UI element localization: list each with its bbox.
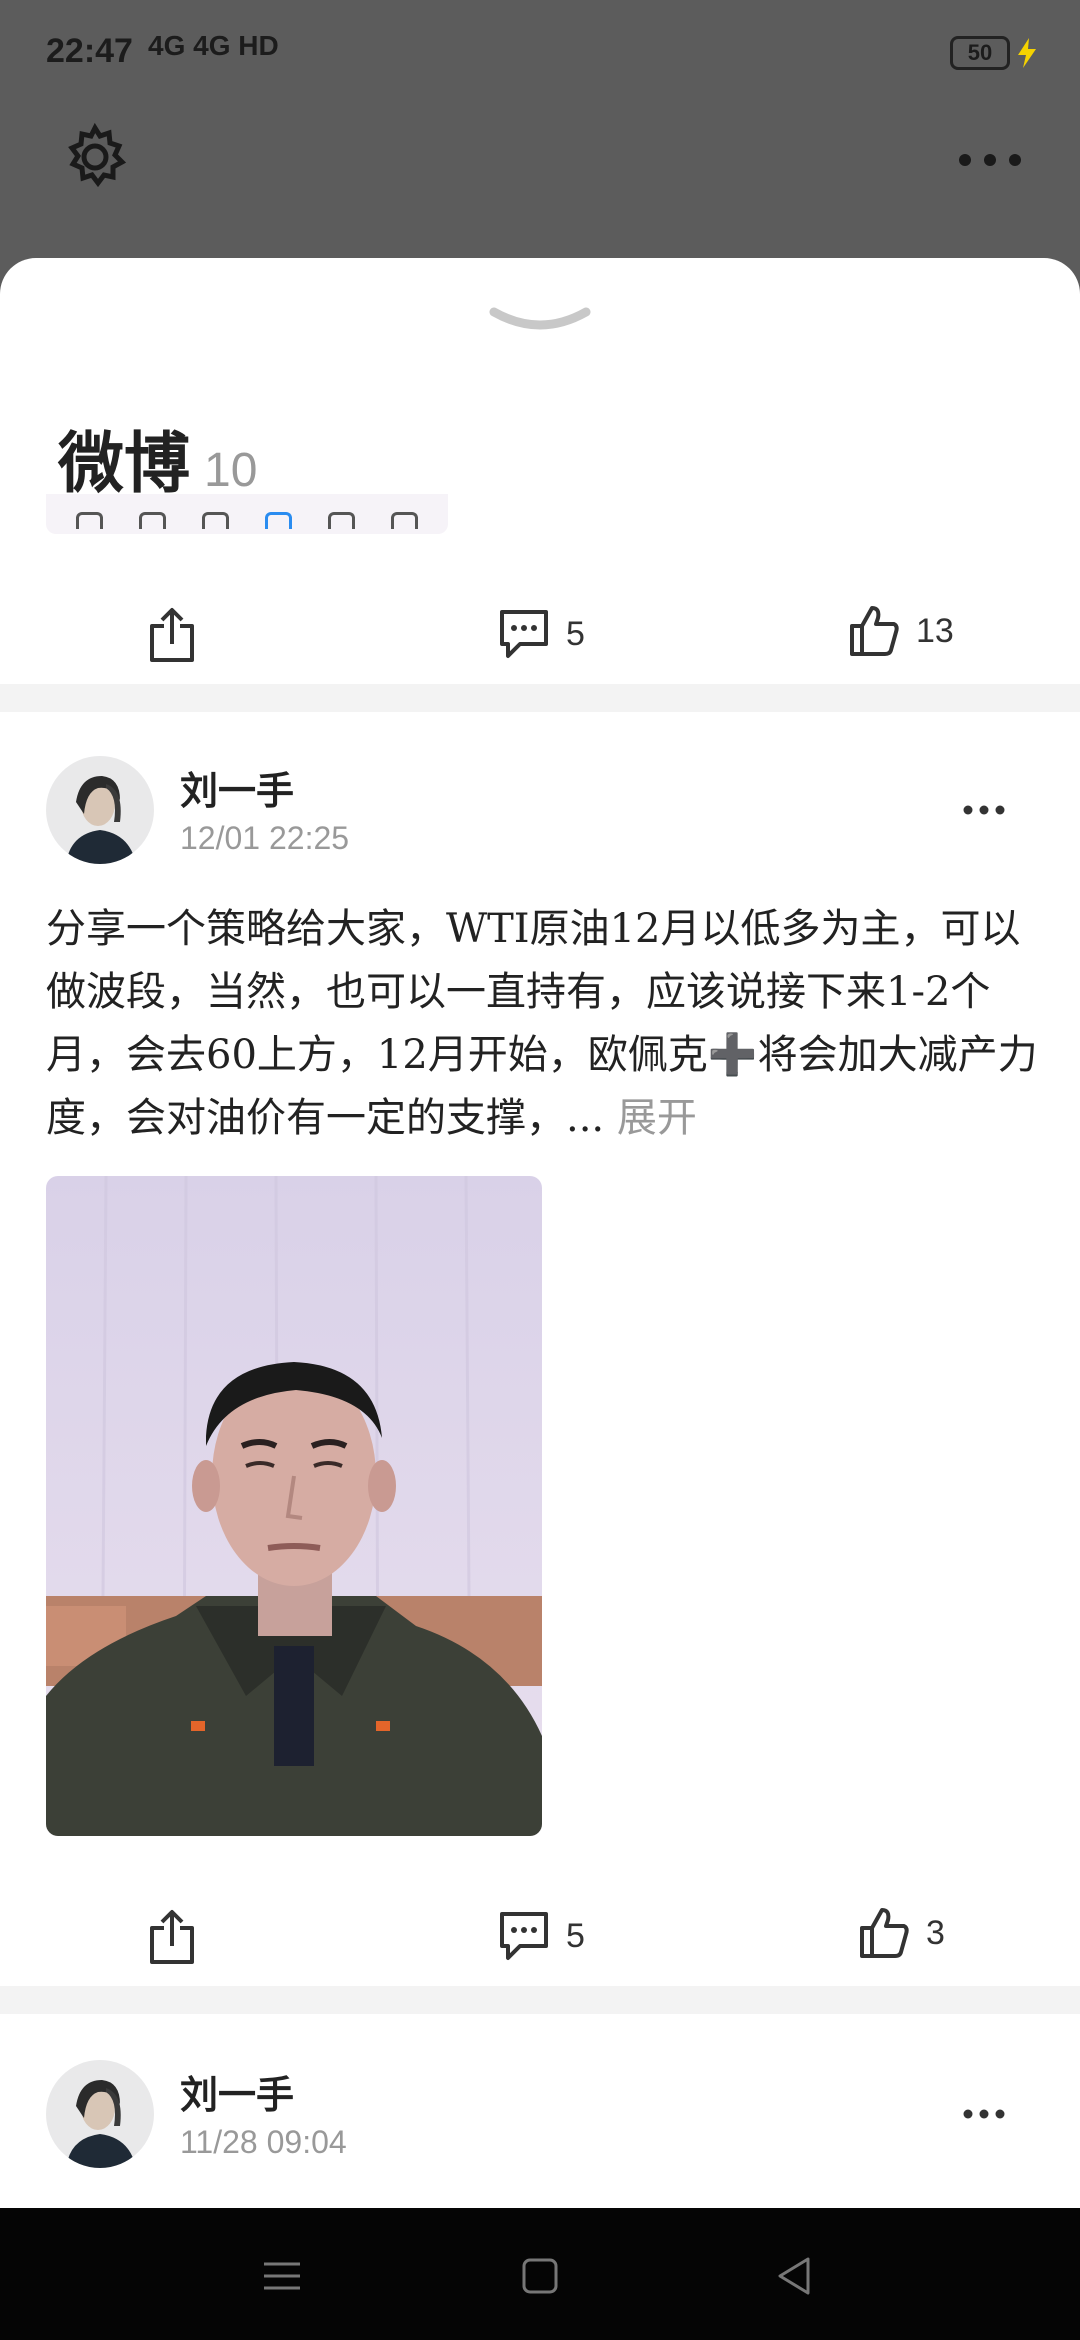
triangle-back-icon[interactable] bbox=[776, 2256, 812, 2296]
like-button[interactable]: 3 bbox=[858, 1906, 945, 1960]
gear-icon[interactable] bbox=[60, 122, 130, 192]
chevron-down-icon[interactable] bbox=[488, 302, 592, 342]
post-actions: 5 3 bbox=[0, 1890, 1080, 1990]
post-time: 12/01 22:25 bbox=[180, 820, 350, 856]
battery-icon: 50 bbox=[950, 36, 1010, 70]
post-count: 10 bbox=[204, 444, 258, 497]
comment-count: 5 bbox=[566, 614, 585, 653]
like-count: 13 bbox=[916, 611, 954, 650]
thumbs-up-icon bbox=[850, 606, 899, 656]
network-indicator: 4G 4G HD bbox=[148, 30, 279, 61]
avatar[interactable] bbox=[46, 2060, 154, 2168]
post-header: 刘一手 12/01 22:25 bbox=[0, 756, 1080, 876]
like-count: 3 bbox=[926, 1913, 945, 1952]
section-title: 微博 10 bbox=[58, 410, 257, 506]
status-bar: 22:47 4G 4G HD 50 bbox=[0, 0, 1080, 110]
navigation-bar bbox=[0, 2208, 1080, 2340]
author-name[interactable]: 刘一手 bbox=[180, 760, 294, 815]
weibo-sheet: 微博 10 5 13 刘一手 12/01 22:25 分享一个策略给大家，WTI原… bbox=[0, 258, 1080, 2208]
comment-button[interactable]: 5 bbox=[496, 1910, 585, 1962]
share-button[interactable] bbox=[148, 606, 196, 664]
author-name[interactable]: 刘一手 bbox=[180, 2064, 294, 2119]
post-text[interactable]: 分享一个策略给大家，WTI原油12月以低多为主，可以做波段，当然，也可以一直持有… bbox=[46, 898, 1042, 1150]
menu-icon[interactable] bbox=[262, 2260, 302, 2292]
page-title: 微博 bbox=[58, 425, 190, 502]
post-image-thumbnail[interactable] bbox=[46, 494, 448, 534]
comment-icon bbox=[500, 1912, 548, 1960]
post-header: 刘一手 11/28 09:04 bbox=[0, 2060, 1080, 2180]
comment-button[interactable]: 5 bbox=[496, 608, 585, 660]
comment-count: 5 bbox=[566, 1916, 585, 1955]
like-button[interactable]: 13 bbox=[848, 604, 954, 658]
divider bbox=[0, 684, 1080, 712]
more-horizontal-icon[interactable] bbox=[955, 150, 1025, 170]
top-bar bbox=[0, 110, 1080, 260]
divider bbox=[0, 1986, 1080, 2014]
charging-icon bbox=[1018, 38, 1036, 68]
more-icon[interactable] bbox=[962, 2108, 1006, 2120]
more-icon[interactable] bbox=[962, 804, 1006, 816]
share-icon bbox=[150, 1910, 194, 1964]
thumbs-up-icon bbox=[860, 1908, 909, 1958]
post-time: 11/28 09:04 bbox=[180, 2124, 347, 2160]
comment-icon bbox=[500, 610, 548, 658]
post-actions: 5 13 bbox=[0, 588, 1080, 688]
avatar[interactable] bbox=[46, 756, 154, 864]
status-time: 22:47 bbox=[46, 32, 133, 70]
square-home-icon[interactable] bbox=[522, 2258, 558, 2294]
share-button[interactable] bbox=[148, 1908, 196, 1966]
selfie-photo[interactable] bbox=[46, 1176, 542, 1836]
share-icon bbox=[150, 608, 194, 662]
post-body: 分享一个策略给大家，WTI原油12月以低多为主，可以做波段，当然，也可以一直持有… bbox=[46, 906, 1038, 1141]
expand-link[interactable]: 展开 bbox=[617, 1095, 697, 1141]
